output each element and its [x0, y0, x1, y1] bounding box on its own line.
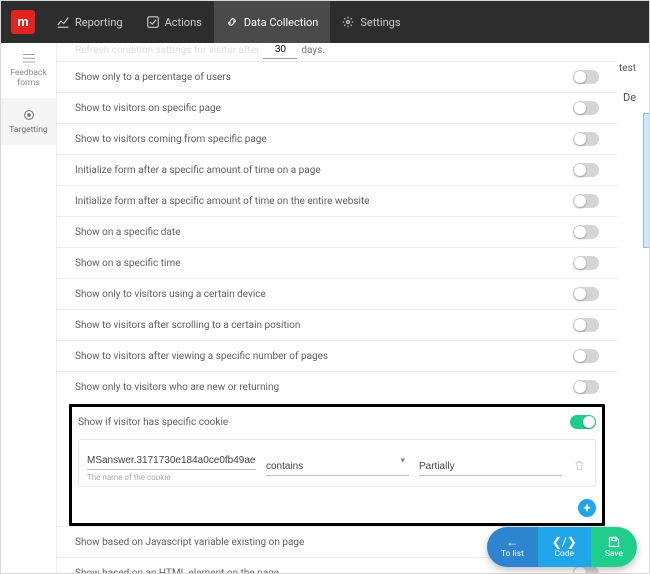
- save-button[interactable]: Save: [591, 527, 637, 567]
- right-strip-marker: [643, 113, 649, 248]
- nav-label: Data Collection: [244, 16, 319, 29]
- cookie-name-input[interactable]: [87, 452, 256, 470]
- sidebar-item-targetting[interactable]: Targetting: [1, 98, 56, 145]
- refresh-condition-row: Refresh condition settings for visitor a…: [57, 43, 617, 61]
- condition-toggle[interactable]: [573, 380, 599, 394]
- nav-label: Reporting: [75, 16, 123, 29]
- condition-toggle[interactable]: [573, 256, 599, 270]
- app-frame: m Reporting Actions Data Collection Sett…: [0, 0, 650, 574]
- nav-label: Actions: [165, 16, 202, 29]
- sidebar-item-feedback-forms[interactable]: Feedback forms: [1, 43, 56, 98]
- link-icon: [226, 16, 238, 28]
- condition-label: Initialize form after a specific amount …: [75, 165, 321, 176]
- app-logo[interactable]: m: [1, 1, 45, 43]
- cookie-operator-select[interactable]: contains: [266, 458, 409, 476]
- sidebar-item-label: Targetting: [9, 125, 47, 135]
- condition-label: Show only to visitors using a certain de…: [75, 289, 266, 300]
- condition-label: Show based on Javascript variable existi…: [75, 537, 304, 548]
- nav-reporting[interactable]: Reporting: [45, 1, 135, 43]
- cookie-condition-title: Show if visitor has specific cookie: [78, 417, 228, 428]
- condition-row: Show to visitors on specific page: [57, 92, 617, 123]
- condition-row: Show on a specific time: [57, 247, 617, 278]
- condition-toggle[interactable]: [573, 101, 599, 115]
- action-bar: ← To list ❮/❯ Code Save: [487, 527, 637, 567]
- condition-row: Show only to visitors who are new or ret…: [57, 371, 617, 402]
- condition-toggle[interactable]: [573, 349, 599, 363]
- app-logo-letter: m: [11, 10, 35, 34]
- condition-row: Show to visitors after viewing a specifi…: [57, 340, 617, 371]
- condition-row: Show only to visitors using a certain de…: [57, 278, 617, 309]
- top-nav: m Reporting Actions Data Collection Sett…: [1, 1, 649, 43]
- right-strip-text: test: [619, 63, 636, 74]
- code-label: Code: [554, 549, 574, 559]
- cookie-rule-card: The name of the cookie contains: [78, 439, 596, 487]
- condition-label: Show only to visitors who are new or ret…: [75, 382, 279, 393]
- condition-label: Show to visitors after scrolling to a ce…: [75, 320, 300, 331]
- check-square-icon: [147, 16, 159, 28]
- list-icon: [22, 53, 36, 65]
- condition-toggle[interactable]: [573, 287, 599, 301]
- code-icon: ❮/❯: [552, 536, 577, 548]
- condition-row: Show to visitors coming from specific pa…: [57, 123, 617, 154]
- condition-label: Show on a specific time: [75, 258, 181, 269]
- condition-row: Initialize form after a specific amount …: [57, 154, 617, 185]
- condition-toggle[interactable]: [573, 163, 599, 177]
- cookie-condition-highlight: Show if visitor has specific cookie The …: [69, 404, 605, 526]
- refresh-condition-prefix: Refresh condition settings for visitor a…: [75, 45, 259, 56]
- nav-data-collection[interactable]: Data Collection: [214, 1, 331, 43]
- save-label: Save: [605, 549, 623, 559]
- right-strip: test De: [617, 43, 649, 573]
- code-button[interactable]: ❮/❯ Code: [538, 527, 591, 567]
- condition-label: Initialize form after a specific amount …: [75, 196, 370, 207]
- condition-label: Show based on an HTML element on the pag…: [75, 568, 279, 574]
- cookie-name-helper: The name of the cookie: [87, 473, 256, 482]
- condition-toggle[interactable]: [573, 132, 599, 146]
- target-icon: [22, 108, 36, 122]
- condition-toggle[interactable]: [573, 318, 599, 332]
- main-panel: Refresh condition settings for visitor a…: [57, 43, 617, 573]
- cookie-value-input[interactable]: [419, 458, 562, 476]
- condition-label: Show on a specific date: [75, 227, 180, 238]
- right-strip-tab[interactable]: De: [623, 91, 636, 104]
- condition-row: Initialize form after a specific amount …: [57, 185, 617, 216]
- to-list-button[interactable]: ← To list: [487, 527, 538, 567]
- nav-actions[interactable]: Actions: [135, 1, 214, 43]
- gear-icon: [342, 16, 354, 28]
- condition-label: Show to visitors after viewing a specifi…: [75, 351, 328, 362]
- condition-label: Show to visitors on specific page: [75, 103, 221, 114]
- sidebar-item-label: Feedback forms: [3, 68, 54, 88]
- refresh-condition-suffix: days.: [301, 45, 325, 56]
- condition-toggle[interactable]: [573, 225, 599, 239]
- condition-label: Show only to a percentage of users: [75, 72, 231, 83]
- sidebar: Feedback forms Targetting: [1, 43, 57, 573]
- refresh-days-input[interactable]: [263, 43, 297, 59]
- condition-row: Show on a specific date: [57, 216, 617, 247]
- save-icon: [608, 536, 620, 548]
- to-list-label: To list: [501, 549, 524, 559]
- trash-icon[interactable]: [572, 460, 587, 471]
- add-cookie-rule-button[interactable]: +: [578, 499, 596, 517]
- nav-settings[interactable]: Settings: [330, 1, 412, 43]
- condition-row: Show only to a percentage of users: [57, 61, 617, 92]
- nav-label: Settings: [360, 16, 400, 29]
- condition-label: Show to visitors coming from specific pa…: [75, 134, 267, 145]
- condition-toggle[interactable]: [573, 70, 599, 84]
- cookie-condition-toggle[interactable]: [570, 415, 596, 429]
- chart-icon: [57, 16, 69, 28]
- arrow-left-icon: ←: [506, 536, 518, 548]
- condition-toggle[interactable]: [573, 566, 599, 573]
- condition-row: Show to visitors after scrolling to a ce…: [57, 309, 617, 340]
- condition-toggle[interactable]: [573, 194, 599, 208]
